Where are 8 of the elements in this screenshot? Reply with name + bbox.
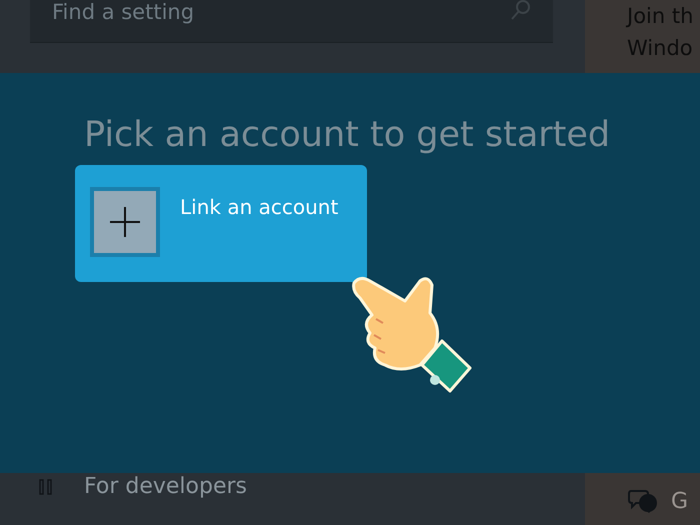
plus-icon bbox=[90, 187, 160, 257]
nav-item[interactable]: For developers bbox=[84, 474, 248, 499]
help-chat-icon[interactable] bbox=[627, 487, 659, 515]
footer-link[interactable]: G bbox=[671, 488, 688, 514]
dialog-title: Pick an account to get started bbox=[84, 115, 612, 155]
search-icon bbox=[509, 0, 533, 22]
search-field[interactable]: Find a setting bbox=[30, 0, 553, 42]
link-account-button[interactable]: Link an account bbox=[75, 165, 367, 282]
